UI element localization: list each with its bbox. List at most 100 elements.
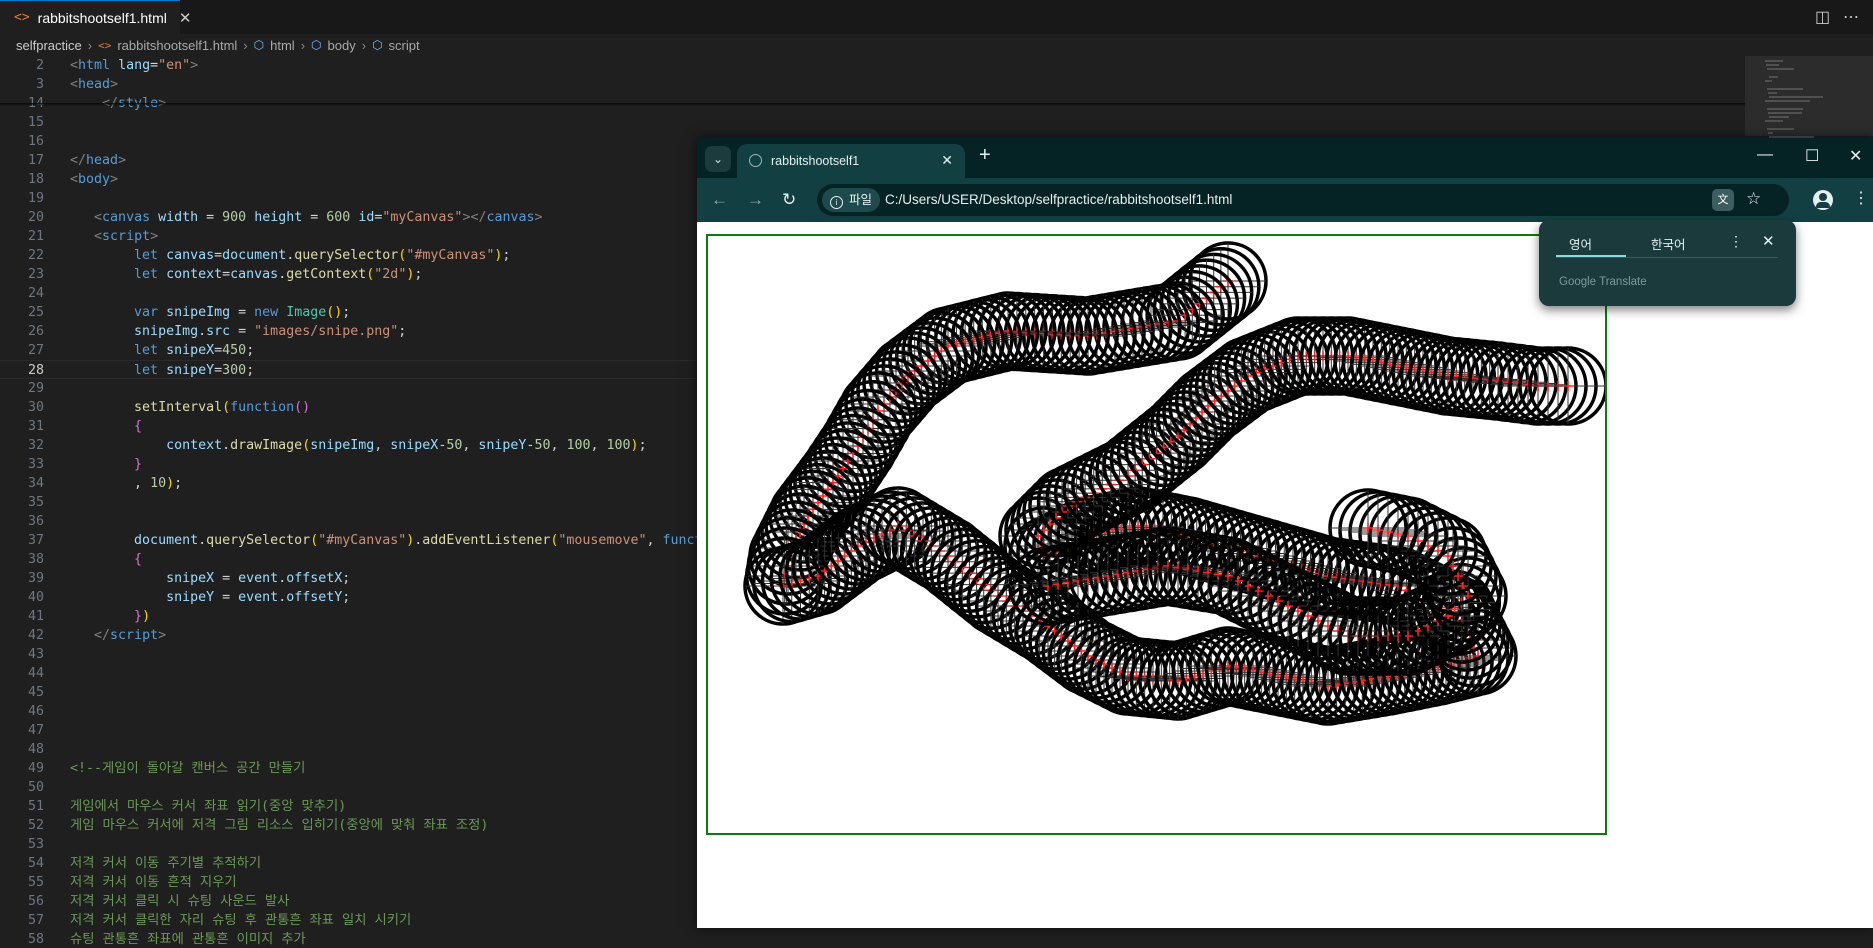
code-token: , — [590, 438, 607, 453]
forward-icon[interactable]: → — [747, 190, 764, 210]
line-number: 38 — [27, 552, 44, 567]
code-token: <!--게임이 돌아갈 캔버스 공간 만들기 — [70, 761, 306, 776]
line-number: 23 — [27, 267, 44, 282]
code-text: setInterval(function() — [70, 398, 310, 417]
close-tab-icon[interactable]: ✕ — [941, 152, 953, 169]
more-actions-icon[interactable]: ⋯ — [1843, 7, 1859, 27]
code-text: { — [70, 550, 142, 569]
code-token: = — [230, 324, 255, 339]
breadcrumb-file[interactable]: rabbitshootself1.html — [117, 38, 237, 53]
code-token: "#myCanvas" — [406, 248, 495, 263]
code-line[interactable]: 2 <html lang="en"> — [0, 56, 1745, 75]
code-token: 저격 커서 이동 흔적 지우기 — [70, 875, 237, 890]
browser-menu-icon[interactable]: ⋮ — [1853, 188, 1869, 208]
line-number: 3 — [35, 77, 44, 92]
breadcrumb-folder[interactable]: selfpractice — [16, 38, 82, 53]
code-token: lang — [118, 58, 151, 73]
editor-tab[interactable]: <> rabbitshootself1.html ✕ — [0, 0, 191, 34]
maximize-icon[interactable]: ☐ — [1805, 146, 1819, 166]
code-text: <html lang="en"> — [70, 56, 198, 75]
code-token: "images/snipe.png" — [254, 324, 399, 339]
code-token: 저격 커서 이동 주기별 추적하기 — [70, 856, 262, 871]
breadcrumb-body[interactable]: body — [328, 38, 356, 53]
translate-icon[interactable]: 文 — [1712, 189, 1734, 211]
globe-icon — [749, 154, 762, 167]
code-token: "2d" — [374, 267, 407, 282]
browser-toolbar: ← → ↻ i 파일 C:/Users/USER/Desktop/selfprac… — [697, 178, 1873, 222]
editor-tab-filename: rabbitshootself1.html — [37, 9, 167, 26]
code-token: 저격 커서 클릭 시 슈팅 사운드 발사 — [70, 894, 290, 909]
close-tab-icon[interactable]: ✕ — [179, 9, 192, 27]
line-number: 17 — [27, 153, 44, 168]
code-text: 저격 커서 이동 주기별 추적하기 — [70, 854, 261, 873]
address-bar[interactable]: i 파일 C:/Users/USER/Desktop/selfpractice/r… — [817, 184, 1789, 216]
game-canvas[interactable] — [706, 234, 1608, 835]
code-token: head — [86, 153, 119, 168]
code-token: 100 — [606, 438, 631, 453]
minimap-line — [1768, 92, 1777, 94]
code-text: 게임 마우스 커서에 저격 그림 리소스 입히기(중앙에 맞춰 좌표 조정) — [70, 816, 488, 835]
code-token: ; — [342, 305, 351, 320]
code-text: <body> — [70, 170, 118, 189]
code-token: , — [374, 438, 391, 453]
code-line[interactable]: 15 — [0, 113, 1745, 132]
code-token: > — [150, 229, 159, 244]
split-editor-icon[interactable]: ◫ — [1815, 7, 1830, 27]
code-token: 50 — [534, 438, 551, 453]
code-line[interactable]: 3 <head> — [0, 75, 1745, 94]
code-token: > — [110, 77, 119, 92]
code-token: let — [134, 363, 159, 378]
line-number: 54 — [27, 856, 44, 871]
code-token: script — [110, 628, 159, 643]
url-text[interactable]: C:/Users/USER/Desktop/selfpractice/rabbi… — [885, 192, 1232, 207]
target-language-tab[interactable]: 한국어 — [1651, 234, 1686, 253]
close-popup-icon[interactable]: ✕ — [1762, 232, 1775, 250]
code-token: = — [214, 363, 223, 378]
code-token: = — [222, 267, 231, 282]
browser-tab[interactable]: rabbitshootself1 ✕ — [737, 144, 965, 178]
bookmark-star-icon[interactable]: ☆ — [1746, 189, 1761, 209]
code-token: < — [94, 210, 103, 225]
code-text: var snipeImg = new Image(); — [70, 303, 350, 322]
code-token: head — [78, 77, 111, 92]
source-language-tab[interactable]: 영어 — [1569, 234, 1592, 253]
code-token: { — [134, 552, 143, 567]
code-token: ; — [502, 248, 511, 263]
code-token: , — [462, 438, 479, 453]
breadcrumb-script[interactable]: script — [389, 38, 420, 53]
breadcrumb-html[interactable]: html — [270, 38, 295, 53]
line-number: 34 — [27, 476, 44, 491]
new-tab-icon[interactable]: + — [979, 144, 991, 167]
code-token: snipeImg — [166, 305, 231, 320]
code-token: > — [190, 58, 199, 73]
back-icon[interactable]: ← — [711, 190, 728, 210]
reload-icon[interactable]: ↻ — [782, 190, 796, 210]
code-token: < — [94, 229, 103, 244]
line-number: 57 — [27, 913, 44, 928]
code-token: event — [238, 571, 279, 586]
profile-avatar-icon[interactable] — [1813, 190, 1833, 210]
code-token: { — [134, 419, 143, 434]
translate-menu-icon[interactable]: ⋮ — [1729, 233, 1743, 250]
line-number: 35 — [27, 495, 44, 510]
line-number: 44 — [27, 666, 44, 681]
code-text: 슈팅 관통흔 좌표에 관통흔 이미지 추가 — [70, 930, 306, 948]
code-line[interactable]: 58 슈팅 관통흔 좌표에 관통흔 이미지 추가 — [0, 930, 1745, 948]
tab-search-icon[interactable]: ⌄ — [705, 146, 731, 172]
minimap-line — [1769, 96, 1823, 98]
code-token: 300 — [222, 363, 247, 378]
code-token: 저격 커서 클릭한 자리 슈팅 후 관통흔 좌표 일치 시키기 — [70, 913, 412, 928]
code-token: ; — [246, 363, 255, 378]
code-token: 900 — [222, 210, 247, 225]
minimap-line — [1769, 76, 1778, 78]
code-token: canvas — [486, 210, 535, 225]
close-window-icon[interactable]: ✕ — [1849, 146, 1862, 166]
minimize-icon[interactable]: — — [1757, 146, 1773, 164]
site-info-chip[interactable]: i 파일 — [822, 188, 881, 212]
